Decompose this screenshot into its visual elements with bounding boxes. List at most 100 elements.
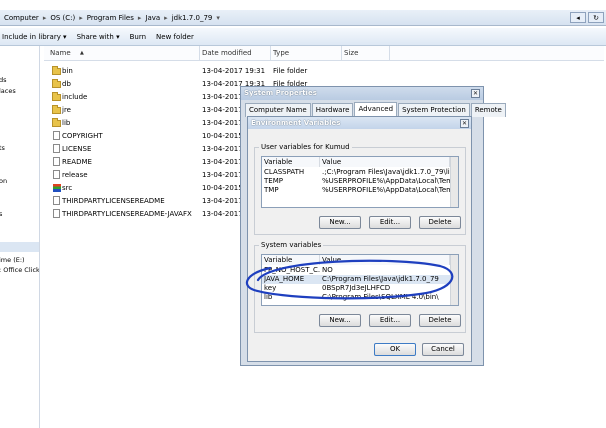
tab-system-protection[interactable]: System Protection: [398, 103, 470, 117]
document-icon: [53, 157, 60, 166]
column-value[interactable]: Value: [320, 255, 450, 265]
file-row-readme[interactable]: README 13-04-2017 1: [48, 156, 249, 169]
file-row-jre[interactable]: jre 13-04-2017 1: [48, 104, 249, 117]
system-variables-list[interactable]: Variable Value FP_NO_HOST_C... NO JAVA_H…: [261, 254, 459, 306]
user-edit-button[interactable]: Edit...: [369, 216, 411, 229]
list-item[interactable]: key 0BSpR7Jd3eJLHFCD: [262, 284, 452, 293]
user-variables-list[interactable]: Variable Value CLASSPATH .;C:\Program Fi…: [261, 156, 459, 208]
variable-value: 0BSpR7Jd3eJLHFCD: [322, 284, 391, 292]
nav-item[interactable]: ts: [0, 144, 5, 152]
variable-value: %USERPROFILE%\AppData\Local\Temp: [322, 177, 450, 185]
file-row-lib[interactable]: lib 13-04-2017 1: [48, 117, 249, 130]
tab-hardware[interactable]: Hardware: [311, 103, 354, 117]
system-new-button[interactable]: New...: [319, 314, 361, 327]
list-item[interactable]: TMP %USERPROFILE%\AppData\Local\Temp: [262, 186, 452, 195]
column-variable[interactable]: Variable: [262, 157, 320, 167]
list-item[interactable]: FP_NO_HOST_C... NO: [262, 266, 452, 275]
column-value[interactable]: Value: [320, 157, 450, 167]
variable-name: TMP: [264, 186, 279, 194]
breadcrumb-os-c[interactable]: OS (C:): [48, 14, 77, 22]
column-divider[interactable]: [341, 46, 342, 61]
close-icon[interactable]: ✕: [471, 89, 480, 98]
column-variable[interactable]: Variable: [262, 255, 320, 265]
user-list-scrollbar[interactable]: [450, 157, 458, 207]
breadcrumb-dropdown-icon[interactable]: ▾: [214, 14, 222, 22]
file-row-db[interactable]: db 13-04-2017 19:31 File folder: [48, 78, 307, 91]
file-row-src[interactable]: src 10-04-2015 1: [48, 182, 249, 195]
ok-button[interactable]: OK: [374, 343, 416, 356]
column-name[interactable]: Name: [50, 49, 71, 57]
file-name: lib: [62, 119, 71, 127]
nav-item[interactable]: ds: [0, 76, 7, 84]
tab-advanced[interactable]: Advanced: [354, 102, 398, 116]
folder-icon: [52, 92, 61, 101]
variable-name: key: [264, 284, 277, 292]
column-divider[interactable]: [389, 46, 390, 61]
address-controls: ◂ ↻: [570, 12, 604, 23]
nav-item-office[interactable]: : Office Click-t: [0, 266, 39, 274]
folder-icon: [52, 66, 61, 75]
system-properties-tabs: Computer Name Hardware Advanced System P…: [245, 102, 507, 117]
tab-remote[interactable]: Remote: [470, 103, 506, 117]
refresh-button[interactable]: ↻: [588, 12, 604, 23]
nav-selection-highlight: [0, 242, 39, 252]
column-divider[interactable]: [270, 46, 271, 61]
system-variables-label: System variables: [259, 241, 324, 249]
nav-item[interactable]: on: [0, 177, 7, 185]
column-type[interactable]: Type: [273, 49, 289, 57]
user-variables-label: User variables for Kumud: [259, 143, 352, 151]
breadcrumb-program-files[interactable]: Program Files: [85, 14, 136, 22]
nav-item-drive-e[interactable]: ime (E:): [0, 256, 25, 264]
sort-ascending-icon: ▲: [80, 50, 84, 56]
history-back-button[interactable]: ◂: [570, 12, 586, 23]
breadcrumb-separator: ▸: [137, 13, 142, 22]
include-in-library-button[interactable]: Include in library ▾: [2, 33, 67, 41]
list-item[interactable]: CLASSPATH .;C:\Program Files\Java\jdk1.7…: [262, 168, 452, 177]
file-row-release[interactable]: release 13-04-2017 1: [48, 169, 249, 182]
file-name: README: [62, 158, 92, 166]
file-row-thirdparty[interactable]: THIRDPARTYLICENSEREADME 13-04-2017 1: [48, 195, 249, 208]
list-item-selected[interactable]: JAVA_HOME C:\Program Files\Java\jdk1.7.0…: [262, 275, 452, 284]
variable-name: TEMP: [264, 177, 283, 185]
document-icon: [53, 209, 60, 218]
file-row-include[interactable]: include 13-04-2017 1: [48, 91, 249, 104]
breadcrumb-jdk[interactable]: jdk1.7.0_79: [170, 14, 215, 22]
list-item[interactable]: lib C:\Program Files\SQLXML 4.0\bin\: [262, 293, 452, 302]
share-with-button[interactable]: Share with ▾: [77, 33, 120, 41]
column-divider[interactable]: [199, 46, 200, 61]
system-list-scrollbar[interactable]: [450, 255, 458, 305]
file-row-thirdparty-javafx[interactable]: THIRDPARTYLICENSEREADME-JAVAFX 13-04-201…: [48, 208, 249, 221]
system-delete-button[interactable]: Delete: [419, 314, 461, 327]
breadcrumb-java[interactable]: Java: [143, 14, 162, 22]
file-name: bin: [62, 67, 73, 75]
tab-computer-name[interactable]: Computer Name: [245, 103, 311, 117]
user-variables-group: User variables for Kumud Variable Value …: [254, 143, 466, 235]
variable-value: %USERPROFILE%\AppData\Local\Temp: [322, 186, 450, 194]
file-row-license[interactable]: LICENSE 13-04-2017 1: [48, 143, 249, 156]
file-name: db: [62, 80, 71, 88]
system-edit-button[interactable]: Edit...: [369, 314, 411, 327]
user-new-button[interactable]: New...: [319, 216, 361, 229]
navigation-pane: ds laces ts on s ime (E:) : Office Click…: [0, 46, 40, 428]
new-folder-button[interactable]: New folder: [156, 33, 194, 41]
nav-item[interactable]: s: [0, 210, 2, 218]
variable-name: JAVA_HOME: [264, 275, 305, 283]
folder-icon: [52, 79, 61, 88]
nav-item[interactable]: laces: [0, 87, 16, 95]
file-name: jre: [62, 106, 71, 114]
file-row-bin[interactable]: bin 13-04-2017 19:31 File folder: [48, 65, 307, 78]
column-date-modified[interactable]: Date modified: [202, 49, 252, 57]
column-size[interactable]: Size: [344, 49, 358, 57]
user-delete-button[interactable]: Delete: [419, 216, 461, 229]
archive-icon: [53, 184, 61, 192]
file-row-copyright[interactable]: COPYRIGHT 10-04-2015 1: [48, 130, 249, 143]
system-properties-title[interactable]: System Properties: [241, 87, 483, 100]
environment-variables-title[interactable]: Environment Variables: [248, 117, 471, 129]
address-bar[interactable]: Computer ▸ OS (C:) ▸ Program Files ▸ Java ▸ …: [0, 10, 606, 26]
cancel-button[interactable]: Cancel: [422, 343, 464, 356]
file-name: THIRDPARTYLICENSEREADME-JAVAFX: [62, 210, 192, 218]
burn-button[interactable]: Burn: [130, 33, 146, 41]
list-item[interactable]: TEMP %USERPROFILE%\AppData\Local\Temp: [262, 177, 452, 186]
close-icon[interactable]: ✕: [460, 119, 469, 128]
breadcrumb-computer[interactable]: Computer: [2, 14, 41, 22]
